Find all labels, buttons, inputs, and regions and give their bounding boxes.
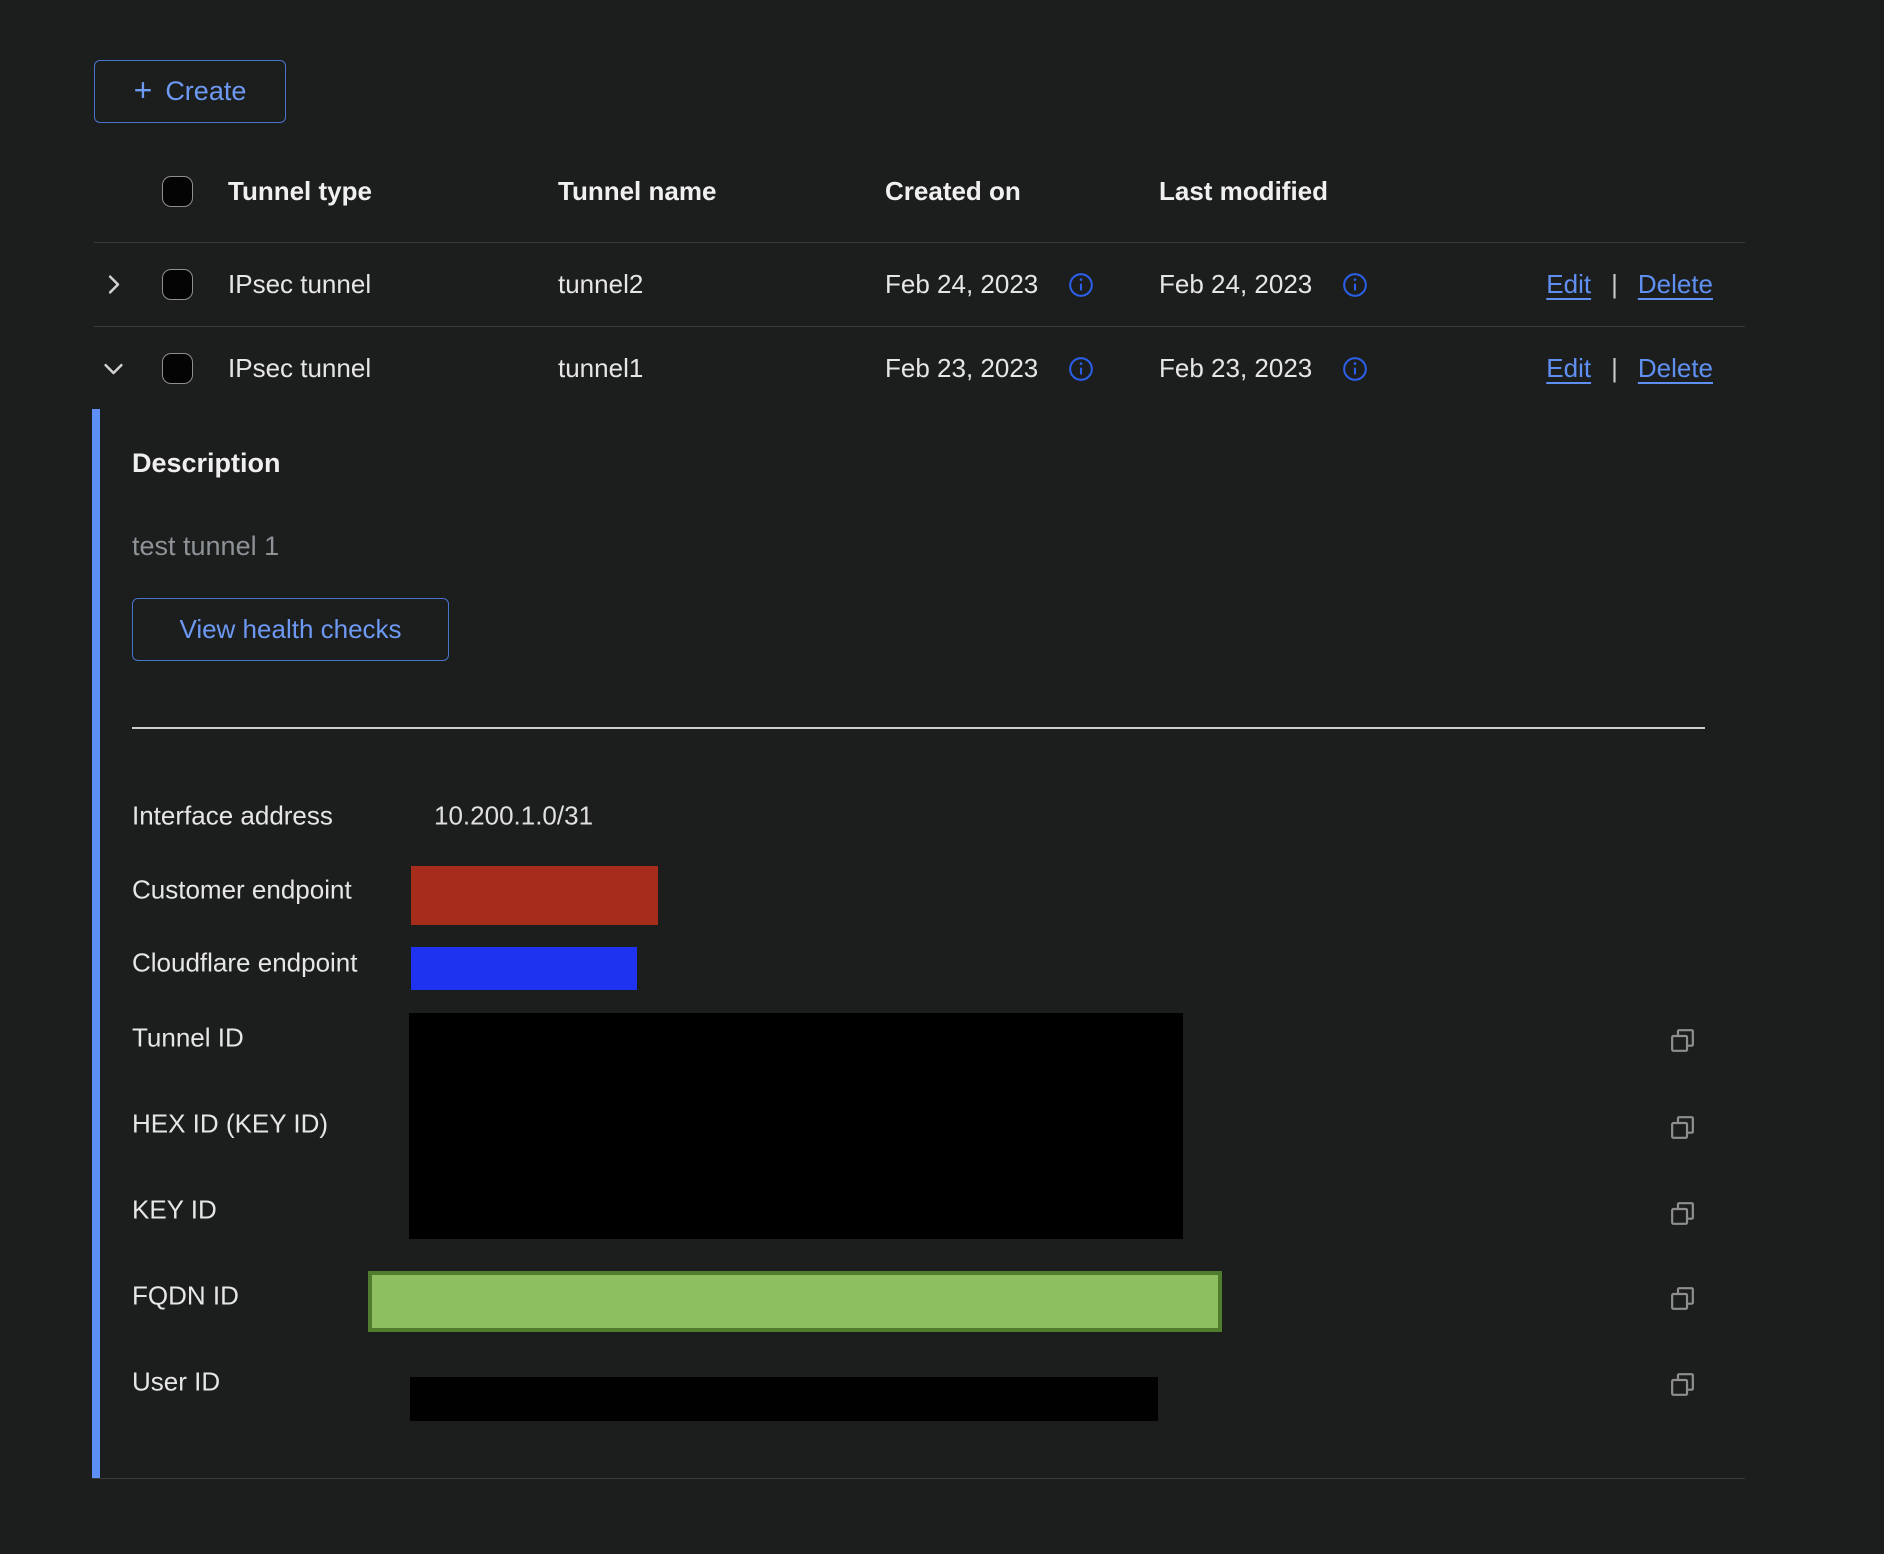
row-checkbox[interactable] (162, 353, 193, 384)
redacted-customer-endpoint-value (411, 866, 658, 925)
copy-icon (1667, 1198, 1698, 1229)
copy-tunnel-id-button[interactable] (1664, 1022, 1700, 1058)
tunnel-row-tunnel1: IPsec tunnel tunnel1 Feb 23, 2023 Feb 23… (94, 327, 1745, 410)
created-on-value: Feb 23, 2023 (885, 353, 1038, 384)
create-button-label: Create (165, 76, 246, 107)
tunnels-table: Tunnel type Tunnel name Created on Last … (94, 140, 1745, 410)
copy-icon (1667, 1283, 1698, 1314)
table-header-row: Tunnel type Tunnel name Created on Last … (94, 140, 1745, 243)
delete-link[interactable]: Delete (1638, 269, 1713, 300)
copy-hex-id-button[interactable] (1664, 1109, 1700, 1145)
field-label-interface-address: Interface address (132, 801, 333, 832)
redacted-cloudflare-endpoint-value (411, 947, 637, 990)
created-on-value: Feb 24, 2023 (885, 269, 1038, 300)
chevron-down-icon[interactable] (100, 355, 127, 382)
field-value-interface-address: 10.200.1.0/31 (434, 801, 593, 832)
last-modified-value: Feb 23, 2023 (1159, 353, 1312, 384)
select-all-checkbox[interactable] (162, 176, 193, 207)
delete-link[interactable]: Delete (1638, 353, 1713, 384)
field-label-hex-id: HEX ID (KEY ID) (132, 1109, 328, 1140)
tunnel-name-cell: tunnel2 (558, 269, 885, 300)
actions-separator: | (1611, 269, 1618, 300)
row-checkbox[interactable] (162, 269, 193, 300)
field-label-key-id: KEY ID (132, 1195, 217, 1226)
expanded-row-accent-bar (92, 409, 100, 1478)
info-icon[interactable] (1342, 272, 1368, 298)
redacted-user-id-value (410, 1377, 1158, 1421)
copy-key-id-button[interactable] (1664, 1195, 1700, 1231)
column-header-tunnel-type: Tunnel type (228, 176, 558, 207)
info-icon[interactable] (1342, 356, 1368, 382)
column-header-tunnel-name: Tunnel name (558, 176, 885, 207)
redacted-tunnel-hex-key-id-values (409, 1013, 1183, 1239)
tunnel-row-tunnel2: IPsec tunnel tunnel2 Feb 24, 2023 Feb 24… (94, 243, 1745, 327)
create-button[interactable]: + Create (94, 60, 286, 123)
plus-icon: + (134, 74, 153, 106)
copy-icon (1667, 1025, 1698, 1056)
last-modified-value: Feb 24, 2023 (1159, 269, 1312, 300)
table-bottom-border (92, 1478, 1745, 1479)
field-label-fqdn-id: FQDN ID (132, 1281, 239, 1312)
edit-link[interactable]: Edit (1546, 269, 1591, 300)
actions-separator: | (1611, 353, 1618, 384)
column-header-last-modified: Last modified (1159, 176, 1419, 207)
view-health-checks-label: View health checks (179, 614, 401, 645)
redacted-fqdn-id-value (368, 1271, 1222, 1332)
copy-icon (1667, 1369, 1698, 1400)
chevron-right-icon[interactable] (100, 271, 127, 298)
edit-link[interactable]: Edit (1546, 353, 1591, 384)
field-label-user-id: User ID (132, 1367, 220, 1398)
field-label-customer-endpoint: Customer endpoint (132, 875, 352, 906)
description-label: Description (132, 448, 281, 479)
info-icon[interactable] (1068, 356, 1094, 382)
field-label-tunnel-id: Tunnel ID (132, 1023, 244, 1054)
section-divider (132, 727, 1705, 729)
description-value: test tunnel 1 (132, 531, 279, 562)
field-label-cloudflare-endpoint: Cloudflare endpoint (132, 948, 358, 979)
column-header-created-on: Created on (885, 176, 1159, 207)
tunnel-type-cell: IPsec tunnel (228, 353, 558, 384)
tunnel-name-cell: tunnel1 (558, 353, 885, 384)
view-health-checks-button[interactable]: View health checks (132, 598, 449, 661)
copy-icon (1667, 1112, 1698, 1143)
copy-user-id-button[interactable] (1664, 1366, 1700, 1402)
tunnel-type-cell: IPsec tunnel (228, 269, 558, 300)
copy-fqdn-id-button[interactable] (1664, 1280, 1700, 1316)
info-icon[interactable] (1068, 272, 1094, 298)
